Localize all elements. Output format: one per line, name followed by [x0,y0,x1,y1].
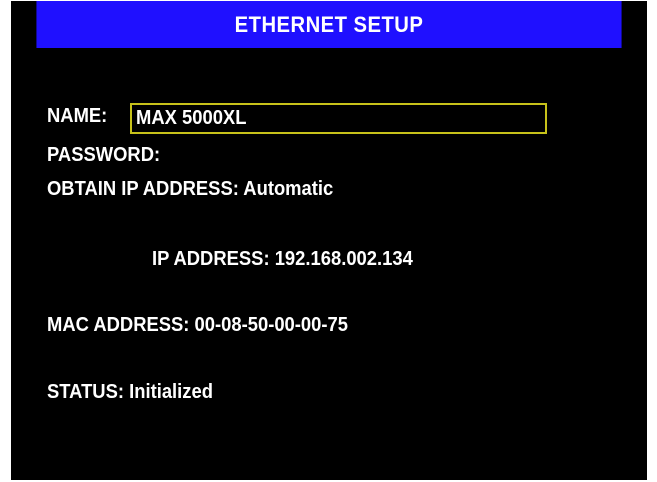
name-row: NAME: [47,105,107,128]
password-label: PASSWORD: [47,144,161,166]
mac-address-row: MAC ADDRESS: 00-08-50-00-00-75 [47,314,348,337]
ethernet-setup-screen: ETHERNET SETUP NAME: MAX 5000XL PASSWORD… [11,1,647,480]
obtain-ip-label: OBTAIN IP ADDRESS: [47,178,244,200]
status-row: STATUS: Initialized [47,381,213,404]
ip-address-label: IP ADDRESS: [152,248,275,270]
name-label: NAME: [47,105,108,127]
obtain-ip-value[interactable]: Automatic [243,178,333,200]
mac-address-label: MAC ADDRESS: [47,314,195,336]
mac-address-value: 00-08-50-00-00-75 [194,314,348,336]
password-row: PASSWORD: [47,144,160,167]
status-label: STATUS: [47,381,130,403]
status-value: Initialized [129,381,213,403]
name-input[interactable]: MAX 5000XL [130,103,547,134]
name-value: MAX 5000XL [136,107,247,129]
ip-address-row: IP ADDRESS: 192.168.002.134 [152,248,413,271]
obtain-ip-row: OBTAIN IP ADDRESS: Automatic [47,178,333,201]
ip-address-value[interactable]: 192.168.002.134 [275,248,413,270]
title-bar: ETHERNET SETUP [36,1,622,48]
screen-title: ETHERNET SETUP [234,11,424,37]
